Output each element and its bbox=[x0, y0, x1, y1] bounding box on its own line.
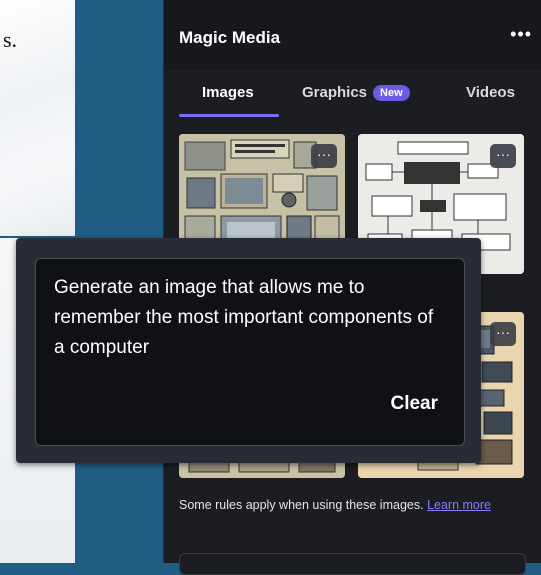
clear-button[interactable]: Clear bbox=[390, 393, 438, 415]
prompt-textarea[interactable]: Generate an image that allows me to reme… bbox=[35, 258, 465, 446]
thumbnail-more-button[interactable]: ··· bbox=[490, 322, 516, 346]
panel-header: Magic Media ••• bbox=[164, 0, 541, 70]
usage-rules-text: Some rules apply when using these images… bbox=[179, 496, 524, 515]
thumbnail-more-button[interactable]: ··· bbox=[490, 144, 516, 168]
active-tab-indicator bbox=[179, 114, 279, 117]
prompt-input-area[interactable] bbox=[179, 553, 526, 575]
document-preview: s. bbox=[0, 0, 77, 238]
prompt-text: Generate an image that allows me to reme… bbox=[54, 277, 434, 358]
tab-graphics-label: Graphics bbox=[302, 84, 368, 101]
tab-graphics[interactable]: Graphics New bbox=[302, 84, 410, 101]
tab-images[interactable]: Images bbox=[202, 84, 254, 101]
media-tabs: Images Graphics New Videos bbox=[164, 70, 541, 118]
learn-more-link[interactable]: Learn more bbox=[427, 498, 491, 512]
document-text-fragment: s. bbox=[3, 27, 18, 52]
panel-title: Magic Media bbox=[179, 28, 281, 47]
new-badge: New bbox=[373, 85, 410, 101]
prompt-popup: Generate an image that allows me to reme… bbox=[16, 238, 481, 463]
rules-label: Some rules apply when using these images… bbox=[179, 498, 424, 512]
tab-videos[interactable]: Videos bbox=[466, 84, 515, 101]
thumbnail-more-button[interactable]: ··· bbox=[311, 144, 337, 168]
more-options-button[interactable]: ••• bbox=[510, 24, 532, 45]
